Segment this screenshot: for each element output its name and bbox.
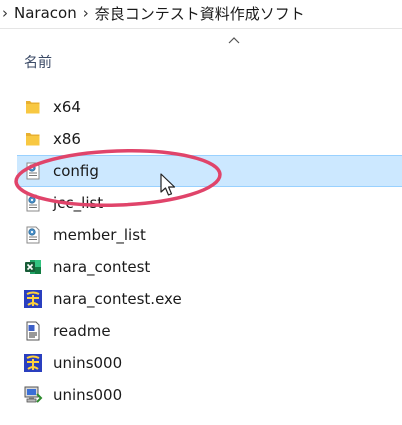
list-item[interactable]: nara_contest.exe	[0, 283, 402, 315]
app-icon	[24, 354, 42, 372]
file-name: unins000	[53, 386, 123, 404]
file-name: nara_contest	[53, 258, 151, 276]
folder-icon	[26, 133, 40, 146]
list-item[interactable]: unins000	[0, 379, 402, 411]
header-divider	[0, 28, 402, 29]
file-name: member_list	[53, 226, 146, 244]
file-name: readme	[53, 322, 111, 340]
excel-icon	[25, 260, 41, 274]
breadcrumb-segment-current[interactable]: 奈良コンテスト資料作成ソフト	[95, 3, 305, 24]
config-settings-file-icon	[26, 194, 40, 212]
list-item[interactable]: x86	[0, 123, 402, 155]
app-icon	[24, 290, 42, 308]
column-header-name[interactable]: 名前	[24, 52, 52, 72]
text-document-icon	[26, 321, 40, 341]
chevron-right-icon[interactable]: ›	[2, 4, 8, 22]
uninstaller-icon	[24, 386, 43, 403]
sort-ascending-icon	[228, 37, 240, 44]
chevron-right-icon[interactable]: ›	[83, 4, 89, 22]
file-name: x86	[53, 130, 81, 148]
config-settings-file-icon	[26, 162, 40, 180]
breadcrumb: › Naracon › 奈良コンテスト資料作成ソフト	[0, 0, 402, 26]
breadcrumb-segment-naracon[interactable]: Naracon	[14, 4, 77, 22]
list-item-selected[interactable]: config	[17, 155, 402, 187]
folder-icon	[26, 101, 40, 114]
mouse-pointer-icon	[160, 173, 176, 196]
list-item[interactable]: member_list	[0, 219, 402, 251]
file-name: x64	[53, 98, 81, 116]
list-item[interactable]: jcc_list	[0, 187, 402, 219]
list-item[interactable]: readme	[0, 315, 402, 347]
file-name: jcc_list	[53, 194, 104, 212]
config-settings-file-icon	[26, 226, 40, 244]
list-item[interactable]: x64	[0, 91, 402, 123]
list-item[interactable]: nara_contest	[0, 251, 402, 283]
file-list: x64 x86 config jcc_list member_list nara…	[0, 91, 402, 411]
list-item[interactable]: unins000	[0, 347, 402, 379]
file-name: unins000	[53, 354, 123, 372]
file-name: nara_contest.exe	[53, 290, 182, 308]
file-name: config	[53, 162, 99, 180]
